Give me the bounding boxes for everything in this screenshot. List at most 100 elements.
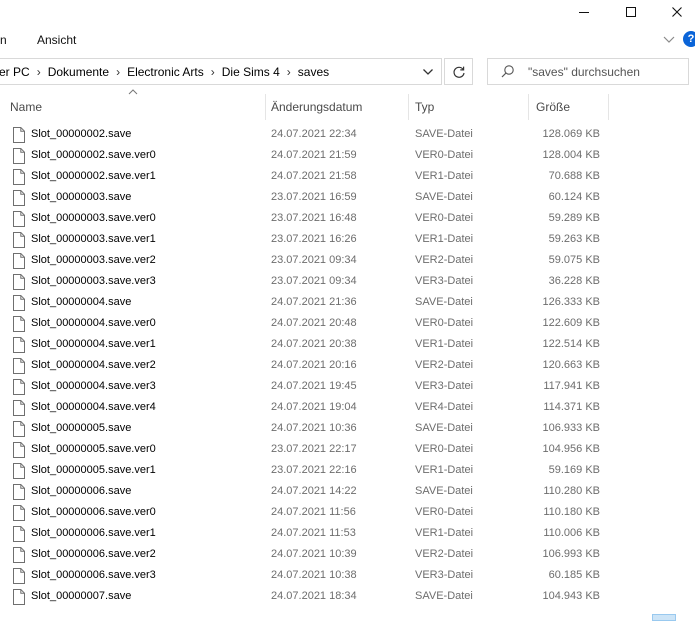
file-row[interactable]: Slot_00000002.save.ver1 24.07.2021 21:58 V… [0,167,695,188]
file-size: 128.004 KB [542,149,601,161]
file-icon [13,274,25,290]
file-date: 24.07.2021 11:53 [271,527,356,539]
close-button[interactable] [654,0,695,24]
maximize-button[interactable] [608,0,654,24]
file-size: 110.280 KB [543,485,600,497]
file-row[interactable]: Slot_00000004.save.ver4 24.07.2021 19:04 V… [0,398,695,419]
file-date: 24.07.2021 10:38 [271,569,357,581]
minimize-button[interactable] [561,0,607,24]
file-type: VER2-Datei [415,359,474,371]
search-icon [501,65,514,78]
file-type: VER3-Datei [415,380,474,392]
file-type: VER0-Datei [415,506,474,518]
column-header-name[interactable]: Name [10,94,42,120]
file-row[interactable]: Slot_00000007.save 24.07.2021 18:34 SAVE-D… [0,587,695,608]
file-icon [13,232,25,248]
breadcrumb-saves[interactable]: saves [298,65,329,79]
search-box[interactable] [487,58,689,85]
breadcrumb-electronic-arts[interactable]: Electronic Arts [127,65,204,79]
file-type: VER2-Datei [415,548,474,560]
file-name: Slot_00000003.save [31,191,132,203]
file-icon [13,190,25,206]
file-size: 60.185 KB [548,569,600,581]
breadcrumb-separator[interactable]: › [280,65,298,79]
file-type: VER3-Datei [415,569,474,581]
column-divider[interactable] [608,94,609,120]
file-date: 23.07.2021 16:59 [271,191,357,203]
file-size: 117.941 KB [543,380,600,392]
file-row[interactable]: Slot_00000003.save.ver2 23.07.2021 09:34 V… [0,251,695,272]
file-icon [13,463,25,479]
file-type: VER1-Datei [415,464,474,476]
file-date: 24.07.2021 20:16 [271,359,357,371]
file-row[interactable]: Slot_00000003.save.ver0 23.07.2021 16:48 V… [0,209,695,230]
file-row[interactable]: Slot_00000006.save.ver1 24.07.2021 11:53 V… [0,524,695,545]
file-date: 24.07.2021 19:45 [271,380,357,392]
file-type: SAVE-Datei [415,485,473,497]
file-row[interactable]: Slot_00000005.save.ver1 23.07.2021 22:16 V… [0,461,695,482]
file-type: VER4-Datei [415,401,474,413]
file-icon [13,505,25,521]
file-type: VER0-Datei [415,443,474,455]
file-type: SAVE-Datei [415,422,473,434]
address-history-dropdown[interactable] [415,59,441,84]
file-date: 23.07.2021 22:16 [271,464,357,476]
breadcrumb-separator[interactable]: › [109,65,127,79]
file-name: Slot_00000006.save [31,485,132,497]
file-date: 23.07.2021 16:26 [271,233,357,245]
address-bar[interactable]: er PC › Dokumente › Electronic Arts › Di… [0,58,442,85]
file-date: 23.07.2021 09:34 [271,254,357,266]
column-header-date[interactable]: Änderungsdatum [271,94,362,120]
file-name: Slot_00000004.save.ver3 [31,380,156,392]
chevron-down-icon[interactable] [662,32,676,46]
file-row[interactable]: Slot_00000002.save.ver0 24.07.2021 21:59 V… [0,146,695,167]
file-row[interactable]: Slot_00000005.save.ver0 23.07.2021 22:17 V… [0,440,695,461]
file-row[interactable]: Slot_00000006.save 24.07.2021 14:22 SAVE-D… [0,482,695,503]
file-name: Slot_00000004.save.ver2 [31,359,156,371]
column-header-type[interactable]: Typ [415,94,434,120]
file-row[interactable]: Slot_00000003.save 23.07.2021 16:59 SAVE-D… [0,188,695,209]
file-name: Slot_00000004.save.ver0 [31,317,156,329]
file-size: 59.169 KB [548,464,600,476]
file-icon [13,421,25,437]
file-row[interactable]: Slot_00000003.save.ver3 23.07.2021 09:34 V… [0,272,695,293]
file-date: 24.07.2021 21:36 [271,296,357,308]
file-size: 59.263 KB [548,233,600,245]
file-icon [13,484,25,500]
column-divider[interactable] [408,94,409,120]
breadcrumb-separator[interactable]: › [30,65,48,79]
file-row[interactable]: Slot_00000004.save.ver1 24.07.2021 20:38 V… [0,335,695,356]
file-row[interactable]: Slot_00000004.save.ver3 24.07.2021 19:45 V… [0,377,695,398]
column-divider[interactable] [265,94,266,120]
file-row[interactable]: Slot_00000003.save.ver1 23.07.2021 16:26 V… [0,230,695,251]
search-input[interactable] [528,63,683,80]
breadcrumb-dokumente[interactable]: Dokumente [48,65,109,79]
file-row[interactable]: Slot_00000005.save 24.07.2021 10:36 SAVE-D… [0,419,695,440]
file-name: Slot_00000006.save.ver0 [31,506,156,518]
file-row[interactable]: Slot_00000006.save.ver2 24.07.2021 10:39 V… [0,545,695,566]
file-size: 36.228 KB [548,275,600,287]
file-row[interactable]: Slot_00000004.save.ver0 24.07.2021 20:48 V… [0,314,695,335]
column-header-size[interactable]: Größe [536,94,570,120]
file-row[interactable]: Slot_00000002.save 24.07.2021 22:34 SAVE-D… [0,125,695,146]
help-icon[interactable]: ? [683,31,695,47]
ribbon-tab-partial[interactable]: n [0,33,7,47]
file-name: Slot_00000003.save.ver1 [31,233,156,245]
breadcrumb-die-sims-4[interactable]: Die Sims 4 [222,65,280,79]
file-name: Slot_00000003.save.ver2 [31,254,156,266]
file-row[interactable]: Slot_00000006.save.ver0 24.07.2021 11:56 V… [0,503,695,524]
file-name: Slot_00000002.save [31,128,132,140]
breadcrumb-this-pc[interactable]: er PC [0,65,30,79]
file-date: 24.07.2021 10:39 [271,548,357,560]
ribbon-tab-ansicht[interactable]: Ansicht [37,33,76,47]
file-type: SAVE-Datei [415,296,473,308]
file-row[interactable]: Slot_00000006.save.ver3 24.07.2021 10:38 V… [0,566,695,587]
breadcrumb-separator[interactable]: › [204,65,222,79]
column-divider[interactable] [528,94,529,120]
file-size: 106.933 KB [542,422,601,434]
file-name: Slot_00000007.save [31,590,132,602]
file-row[interactable]: Slot_00000004.save.ver2 24.07.2021 20:16 V… [0,356,695,377]
file-row[interactable]: Slot_00000004.save 24.07.2021 21:36 SAVE-D… [0,293,695,314]
horizontal-scrollbar-thumb[interactable] [652,614,676,621]
refresh-button[interactable] [444,58,473,85]
